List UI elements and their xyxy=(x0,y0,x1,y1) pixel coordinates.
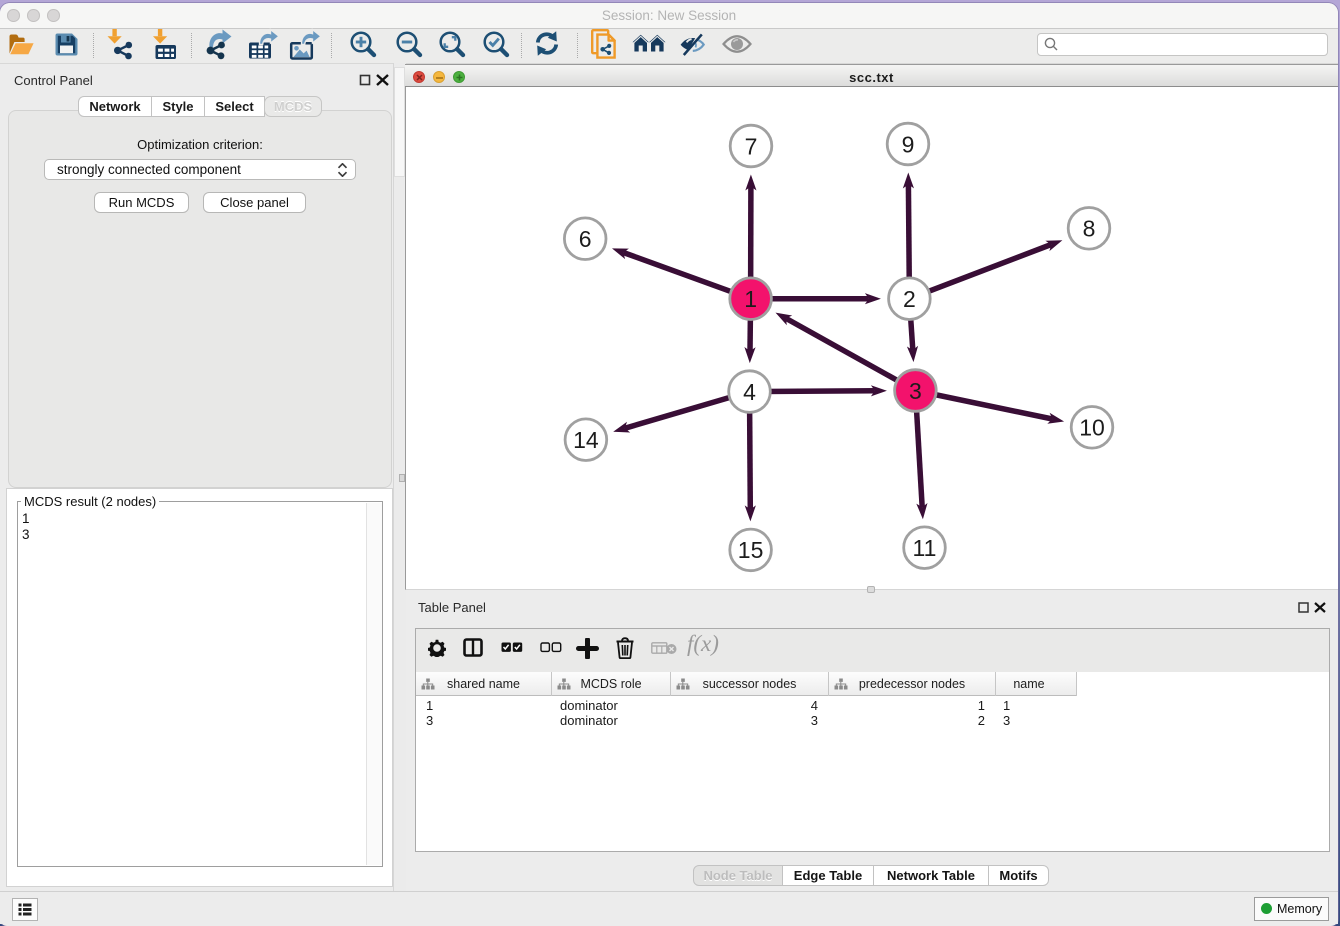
svg-text:9: 9 xyxy=(902,131,915,157)
svg-text:1: 1 xyxy=(744,286,757,312)
svg-text:3: 3 xyxy=(909,378,922,404)
svg-text:10: 10 xyxy=(1079,415,1105,441)
svg-text:4: 4 xyxy=(743,379,756,405)
svg-text:14: 14 xyxy=(573,427,599,453)
svg-text:15: 15 xyxy=(738,537,764,563)
svg-text:11: 11 xyxy=(913,535,937,561)
svg-text:7: 7 xyxy=(745,133,758,159)
svg-text:6: 6 xyxy=(579,226,592,252)
svg-text:2: 2 xyxy=(903,286,916,312)
svg-text:8: 8 xyxy=(1083,216,1096,242)
